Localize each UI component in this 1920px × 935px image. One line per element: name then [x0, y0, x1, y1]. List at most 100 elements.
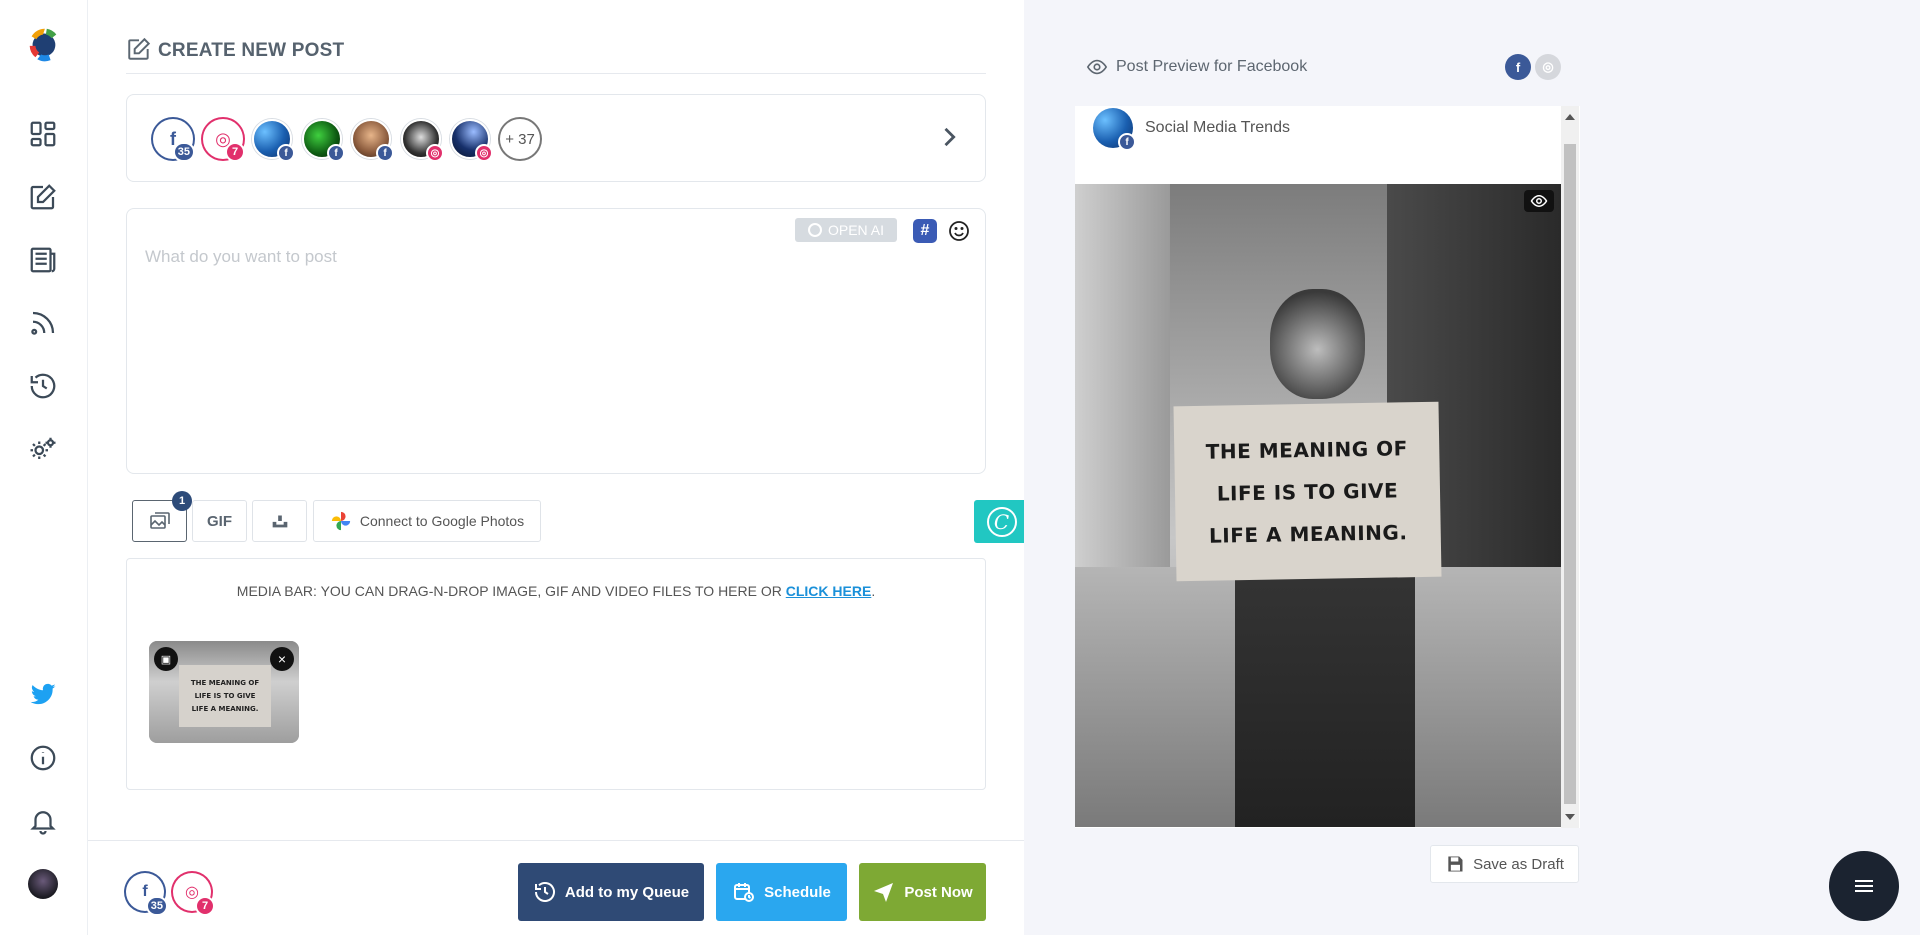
- facebook-account-count: 35: [172, 142, 195, 162]
- scroll-up-icon[interactable]: [1565, 114, 1575, 120]
- media-bar-text: MEDIA BAR: YOU CAN DRAG-N-DROP IMAGE, GI…: [236, 583, 786, 599]
- image-count-badge: 1: [172, 491, 192, 511]
- post-text-input[interactable]: [145, 247, 965, 447]
- photo-person-head: [1270, 289, 1365, 399]
- preview-sign-line: LIFE IS TO GIVE: [1216, 477, 1399, 506]
- footer-facebook-avatar[interactable]: f 35: [126, 873, 168, 916]
- preview-instagram-tab[interactable]: ◎: [1535, 54, 1561, 80]
- upload-button[interactable]: [252, 500, 307, 542]
- posts-list-icon[interactable]: [25, 242, 61, 278]
- post-editor: OPEN AI #: [126, 208, 986, 474]
- schedule-label: Schedule: [764, 883, 831, 901]
- upload-icon: [272, 515, 287, 528]
- add-image-button[interactable]: 1: [132, 491, 192, 542]
- edit-image-icon[interactable]: ▣: [154, 647, 178, 671]
- media-bar-suffix: .: [871, 583, 876, 599]
- facebook-icon: f: [1515, 59, 1521, 75]
- settings-gears-icon[interactable]: [25, 431, 61, 467]
- google-photos-icon: [331, 511, 351, 531]
- open-ai-button[interactable]: OPEN AI: [795, 218, 897, 242]
- hashtag-button[interactable]: #: [913, 219, 937, 243]
- preview-sign-line: THE MEANING OF: [1205, 435, 1408, 464]
- facebook-accounts-avatar[interactable]: f 35: [153, 119, 195, 162]
- add-to-queue-label: Add to my Queue: [564, 883, 690, 901]
- images-icon: [149, 512, 170, 529]
- media-bar-instructions: MEDIA BAR: YOU CAN DRAG-N-DROP IMAGE, GI…: [127, 583, 985, 599]
- emoji-icon[interactable]: [947, 219, 971, 243]
- footer-facebook-count: 35: [145, 896, 168, 916]
- facebook-badge-icon: f: [1118, 133, 1136, 151]
- google-photos-label: Connect to Google Photos: [359, 513, 525, 529]
- media-toolbar: 1 GIF Connect to Google Photos C: [132, 491, 1029, 544]
- thumbnail-sign-line: THE MEANING OF: [190, 678, 260, 687]
- open-ai-label: OPEN AI: [827, 222, 885, 238]
- preview-facebook-tab[interactable]: f: [1505, 54, 1531, 80]
- google-photos-button[interactable]: Connect to Google Photos: [313, 500, 541, 542]
- save-as-draft-button[interactable]: Save as Draft: [1430, 845, 1579, 883]
- rss-feed-icon[interactable]: [25, 305, 61, 341]
- page-title: CREATE NEW POST: [158, 40, 345, 61]
- media-thumbnail[interactable]: THE MEANING OF LIFE IS TO GIVE LIFE A ME…: [149, 641, 299, 743]
- footer-instagram-count: 7: [195, 896, 215, 916]
- user-avatar[interactable]: [25, 866, 61, 902]
- canva-button[interactable]: C: [974, 500, 1029, 543]
- account-avatar[interactable]: f: [252, 119, 295, 162]
- instagram-badge-icon: ◎: [475, 144, 493, 162]
- account-selector[interactable]: f 35 ◎ 7 f f f ◎ ◎ + 37: [126, 94, 986, 182]
- scrollbar-thumb[interactable]: [1564, 144, 1576, 804]
- preview-title: Post Preview for Facebook: [1116, 58, 1308, 75]
- queue-icon: [534, 882, 555, 902]
- preview-sign-line: LIFE A MEANING.: [1208, 519, 1408, 548]
- twitter-icon[interactable]: [25, 676, 61, 712]
- instagram-icon: ◎: [1542, 59, 1554, 74]
- footer-instagram-avatar[interactable]: ◎ 7: [173, 873, 215, 916]
- gif-button[interactable]: GIF: [192, 500, 247, 542]
- add-to-queue-button[interactable]: Add to my Queue: [518, 863, 704, 921]
- instagram-accounts-avatar[interactable]: ◎ 7: [203, 119, 245, 162]
- canva-icon: C: [986, 506, 1017, 537]
- thumbnail-sign-line: LIFE A MEANING.: [191, 704, 259, 713]
- account-avatar[interactable]: ◎: [450, 119, 493, 162]
- app-logo[interactable]: [24, 24, 62, 64]
- more-accounts-button[interactable]: + 37: [500, 119, 540, 159]
- preview-sign: THE MEANING OF LIFE IS TO GIVE LIFE A ME…: [1173, 401, 1442, 582]
- remove-media-icon[interactable]: ×: [270, 647, 294, 671]
- preview-image: THE MEANING OF LIFE IS TO GIVE LIFE A ME…: [1075, 184, 1562, 827]
- facebook-badge-icon: f: [327, 144, 345, 162]
- account-avatar[interactable]: f: [302, 119, 345, 162]
- dashboard-icon[interactable]: [25, 116, 61, 152]
- info-icon[interactable]: [25, 740, 61, 776]
- calendar-clock-icon: [734, 883, 755, 902]
- hamburger-menu-icon: [1855, 877, 1873, 895]
- openai-icon: [807, 223, 822, 237]
- preview-scrollbar[interactable]: [1561, 106, 1579, 828]
- facebook-icon: f: [142, 883, 148, 900]
- page-name: Social Media Trends: [1145, 119, 1290, 136]
- post-now-button[interactable]: Post Now: [859, 863, 986, 921]
- view-image-icon[interactable]: [1524, 190, 1554, 212]
- account-avatar[interactable]: ◎: [401, 119, 444, 162]
- schedule-button[interactable]: Schedule: [716, 863, 847, 921]
- eye-icon: [1086, 59, 1108, 75]
- send-icon: [874, 883, 894, 902]
- account-avatar[interactable]: f: [351, 119, 394, 162]
- facebook-badge-icon: f: [277, 144, 295, 162]
- compose-icon[interactable]: [25, 179, 61, 215]
- notifications-bell-icon[interactable]: [25, 803, 61, 839]
- preview-page-header: f Social Media Trends: [1093, 108, 1290, 151]
- menu-fab-button[interactable]: [1829, 851, 1899, 921]
- thumbnail-sign: THE MEANING OF LIFE IS TO GIVE LIFE A ME…: [179, 665, 271, 727]
- media-dropzone[interactable]: MEDIA BAR: YOU CAN DRAG-N-DROP IMAGE, GI…: [126, 558, 986, 790]
- queue-clock-icon[interactable]: [25, 368, 61, 404]
- scroll-down-icon[interactable]: [1565, 814, 1575, 820]
- post-preview-panel: Post Preview for Facebook f ◎ f Social M…: [1024, 0, 1920, 935]
- facebook-post-preview: f Social Media Trends THE MEANING OF LIF…: [1075, 106, 1580, 828]
- chevron-right-icon[interactable]: [935, 123, 963, 151]
- thumbnail-sign-line: LIFE IS TO GIVE: [194, 691, 256, 700]
- click-here-link[interactable]: CLICK HERE: [786, 583, 872, 599]
- instagram-account-count: 7: [225, 142, 245, 162]
- save-as-draft-label: Save as Draft: [1473, 855, 1564, 873]
- sidebar: [0, 0, 88, 935]
- post-now-label: Post Now: [904, 883, 973, 901]
- composer-header: CREATE NEW POST: [126, 36, 986, 74]
